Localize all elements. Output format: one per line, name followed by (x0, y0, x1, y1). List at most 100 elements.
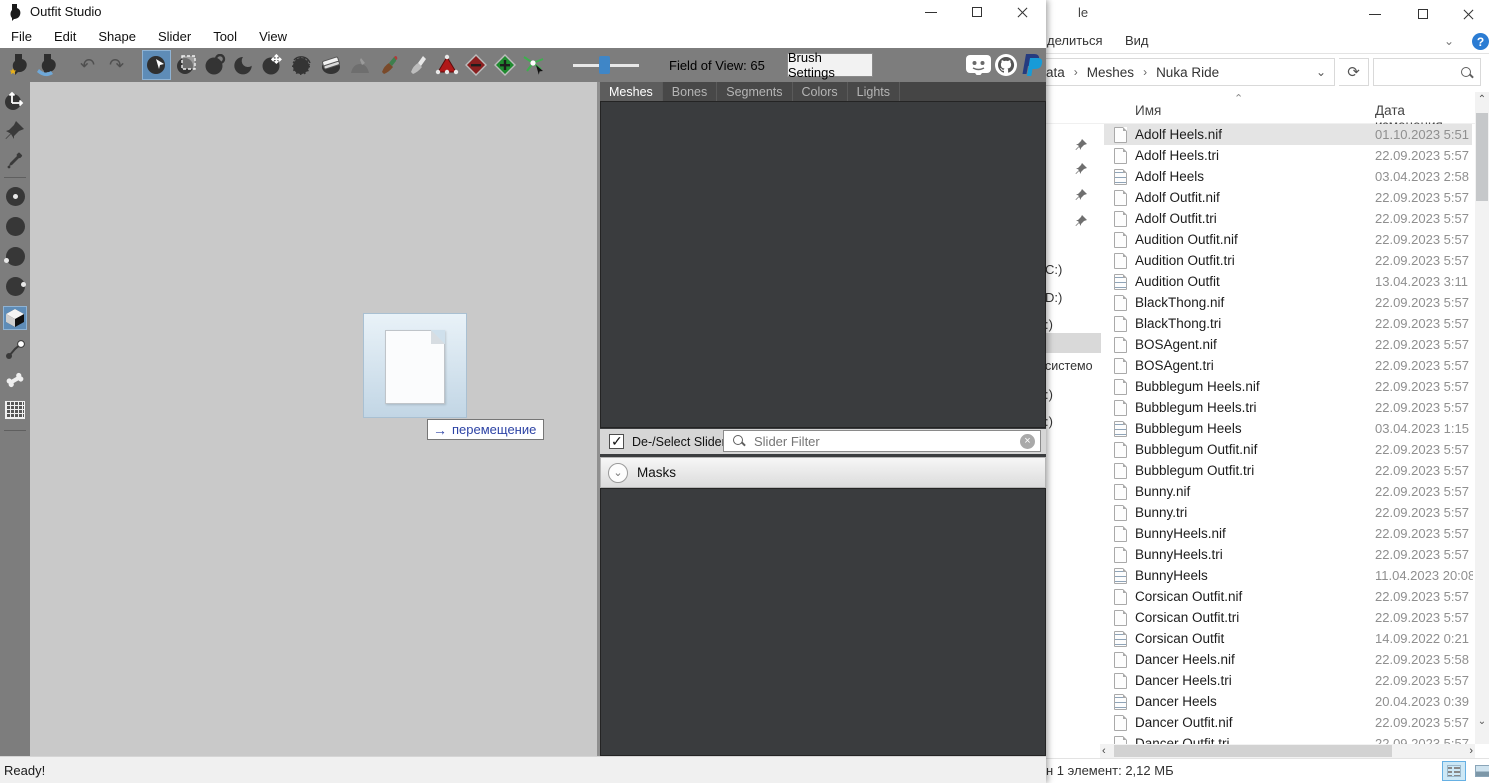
menu-item[interactable]: Shape (87, 29, 147, 44)
file-row[interactable]: Bubblegum Outfit.tri 22.09.2023 5:57 (1104, 460, 1472, 481)
file-row[interactable]: Corsican Outfit 14.09.2022 0:21 (1104, 628, 1472, 649)
menu-item[interactable]: View (248, 29, 298, 44)
file-row[interactable]: BlackThong.tri 22.09.2023 5:57 (1104, 313, 1472, 334)
sidebar-item-fragment[interactable]: системо (1045, 359, 1093, 373)
right-view-button[interactable] (3, 274, 27, 298)
load-project-button[interactable] (33, 50, 62, 80)
file-row[interactable]: Bubblegum Heels 03.04.2023 1:15 (1104, 418, 1472, 439)
vertical-scrollbar[interactable]: ⌃ ⌄ (1475, 92, 1489, 744)
redo-button[interactable]: ↷ (102, 50, 131, 80)
front-view-button[interactable] (3, 184, 27, 208)
mesh-edit-button[interactable] (432, 50, 461, 80)
file-row[interactable]: BOSAgent.nif 22.09.2023 5:57 (1104, 334, 1472, 355)
explorer-maximize-button[interactable] (1407, 3, 1439, 25)
erase-brush-button[interactable] (316, 50, 345, 80)
breadcrumb-part[interactable]: ata (1046, 65, 1065, 80)
file-row[interactable]: Adolf Heels 03.04.2023 2:58 (1104, 166, 1472, 187)
select-tool-button[interactable] (142, 50, 171, 80)
sort-ascending-icon[interactable]: ⌃ (1234, 92, 1243, 105)
explorer-titlebar[interactable]: le (1044, 0, 1489, 30)
file-row[interactable]: BlackThong.nif 22.09.2023 5:57 (1104, 292, 1472, 313)
clear-filter-icon[interactable]: × (1020, 434, 1035, 449)
fov-slider-thumb[interactable] (599, 56, 610, 74)
undo-button[interactable]: ↶ (73, 50, 102, 80)
file-row[interactable]: Dancer Heels 20.04.2023 0:39 (1104, 691, 1472, 712)
explorer-search-box[interactable] (1373, 58, 1481, 86)
horizontal-scrollbar-thumb[interactable] (1114, 745, 1392, 757)
address-dropdown-icon[interactable]: ⌄ (1316, 65, 1326, 79)
file-row[interactable]: Corsican Outfit.tri 22.09.2023 5:57 (1104, 607, 1472, 628)
paypal-icon[interactable] (1019, 53, 1046, 77)
file-row[interactable]: BunnyHeels.tri 22.09.2023 5:57 (1104, 544, 1472, 565)
explorer-close-button[interactable] (1453, 3, 1485, 25)
sidebar-item-fragment[interactable]: D:) (1045, 290, 1062, 305)
help-icon[interactable]: ? (1472, 33, 1489, 50)
panel-tab[interactable]: Segments (717, 82, 792, 101)
mask-brush-button[interactable] (171, 50, 200, 80)
sidebar-item-fragment[interactable]: :) (1045, 414, 1053, 429)
refresh-button[interactable]: ⟳ (1339, 58, 1369, 86)
menu-item[interactable]: Tool (202, 29, 248, 44)
masks-section-header[interactable]: ⌄ Masks (600, 457, 1046, 488)
mesh-list-area[interactable] (600, 101, 1046, 428)
os-minimize-button[interactable] (915, 1, 947, 23)
scroll-left-icon[interactable]: ‹ (1102, 745, 1106, 757)
alpha-brush-button[interactable] (403, 50, 432, 80)
file-row[interactable]: Audition Outfit 13.04.2023 3:11 (1104, 271, 1472, 292)
scroll-down-icon[interactable]: ⌄ (1475, 716, 1489, 727)
file-row[interactable]: Corsican Outfit.nif 22.09.2023 5:57 (1104, 586, 1472, 607)
pin-tool-button[interactable] (3, 118, 27, 142)
file-row[interactable]: Bubblegum Heels.nif 22.09.2023 5:57 (1104, 376, 1472, 397)
vertex-paint-button[interactable] (3, 148, 27, 172)
file-row[interactable]: Bubblegum Outfit.nif 22.09.2023 5:57 (1104, 439, 1472, 460)
breadcrumb-part[interactable]: Nuka Ride (1156, 65, 1219, 80)
os-maximize-button[interactable] (961, 1, 993, 23)
smooth-brush-button[interactable] (287, 50, 316, 80)
show-grid-button[interactable] (3, 398, 27, 422)
os-close-button[interactable] (1007, 1, 1039, 23)
ribbon-tab-share[interactable]: делиться (1047, 33, 1103, 48)
perspective-view-button[interactable] (3, 306, 27, 330)
scroll-right-icon[interactable]: › (1469, 745, 1473, 757)
weight-brush-button[interactable] (345, 50, 374, 80)
chevron-down-icon[interactable]: ⌄ (608, 463, 628, 483)
menu-item[interactable]: Edit (43, 29, 87, 44)
panel-tab[interactable]: Colors (793, 82, 848, 101)
move-brush-button[interactable] (258, 50, 287, 80)
explorer-minimize-button[interactable] (1359, 3, 1391, 25)
show-nodes-button[interactable] (3, 338, 27, 362)
github-icon[interactable] (992, 53, 1019, 77)
file-row[interactable]: Adolf Outfit.tri 22.09.2023 5:57 (1104, 208, 1472, 229)
discord-icon[interactable] (965, 53, 992, 77)
breadcrumb[interactable]: ata › Meshes › Nuka Ride ⌄ (1044, 58, 1335, 86)
left-view-button[interactable] (3, 244, 27, 268)
file-row[interactable]: Dancer Heels.tri 22.09.2023 5:57 (1104, 670, 1472, 691)
file-row[interactable]: Audition Outfit.tri 22.09.2023 5:57 (1104, 250, 1472, 271)
inflate-brush-button[interactable] (200, 50, 229, 80)
file-row[interactable]: Adolf Outfit.nif 22.09.2023 5:57 (1104, 187, 1472, 208)
slider-filter-box[interactable]: × (723, 430, 1041, 452)
file-row[interactable]: Bunny.nif 22.09.2023 5:57 (1104, 481, 1472, 502)
collapse-vertex-button[interactable] (461, 50, 490, 80)
sidebar-item-fragment[interactable]: :) (1045, 317, 1053, 332)
file-row[interactable]: Dancer Outfit.tri 22.09.2023 5:57 (1104, 733, 1472, 744)
sliders-list-area[interactable] (600, 488, 1046, 756)
viewport-3d[interactable]: → перемещение (30, 82, 597, 756)
details-view-button[interactable] (1442, 761, 1466, 781)
move-vertex-button[interactable] (519, 50, 548, 80)
file-row[interactable]: Dancer Outfit.nif 22.09.2023 5:57 (1104, 712, 1472, 733)
horizontal-scrollbar[interactable]: ‹ › (1100, 744, 1475, 758)
transform-tool-button[interactable] (3, 88, 27, 112)
file-row[interactable]: BOSAgent.tri 22.09.2023 5:57 (1104, 355, 1472, 376)
file-row[interactable]: Audition Outfit.nif 22.09.2023 5:57 (1104, 229, 1472, 250)
color-brush-button[interactable] (374, 50, 403, 80)
fov-slider[interactable] (573, 64, 639, 67)
ribbon-collapse-icon[interactable]: ⌄ (1444, 34, 1454, 48)
thumbnails-view-button[interactable] (1471, 761, 1489, 781)
menu-item[interactable]: File (0, 29, 43, 44)
file-row[interactable]: Adolf Heels.nif 01.10.2023 5:51 (1104, 124, 1472, 145)
sidebar-item-fragment[interactable]: :) (1045, 387, 1053, 402)
show-bones-button[interactable] (3, 368, 27, 392)
file-row[interactable]: BunnyHeels.nif 22.09.2023 5:57 (1104, 523, 1472, 544)
panel-tab[interactable]: Bones (663, 82, 717, 101)
